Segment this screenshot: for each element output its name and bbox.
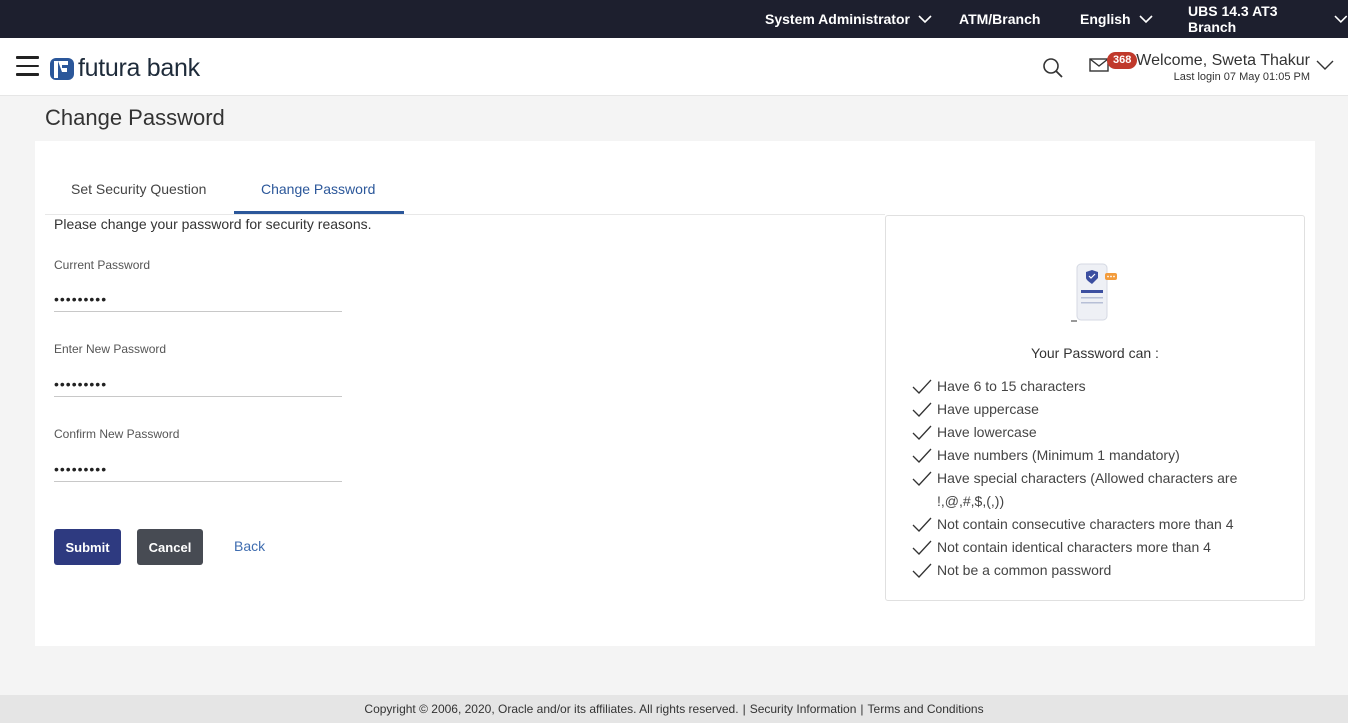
password-rules-panel: Your Password can : Have 6 to 15 charact… (885, 215, 1305, 601)
rule-text: Have uppercase (937, 401, 1039, 417)
submit-button[interactable]: Submit (54, 529, 121, 565)
password-phone-illustration-icon (1071, 263, 1117, 322)
language-dropdown[interactable]: English (1080, 0, 1153, 38)
rule-item: Not contain identical characters more th… (912, 536, 1282, 559)
chevron-down-icon (1334, 15, 1348, 23)
last-login-text: Last login 07 May 01:05 PM (1173, 71, 1310, 83)
entity-link[interactable]: ATM/Branch (959, 0, 1040, 38)
entity-label: ATM/Branch (959, 11, 1041, 27)
rule-item: Have 6 to 15 characters (912, 375, 1282, 398)
check-icon (912, 563, 932, 578)
rule-item: Have lowercase (912, 421, 1282, 444)
chevron-down-icon (1138, 14, 1153, 23)
rule-item: Have special characters (Allowed charact… (912, 467, 1282, 513)
futura-logo-icon (50, 58, 74, 80)
rule-item: Have numbers (Minimum 1 mandatory) (912, 444, 1282, 467)
brand-logo[interactable]: futura bank (50, 54, 200, 82)
footer: Copyright © 2006, 2020, Oracle and/or it… (0, 695, 1348, 723)
change-password-card: Set Security Question Change Password Pl… (35, 141, 1315, 646)
rule-item: Have uppercase (912, 398, 1282, 421)
rule-item: Not contain consecutive characters more … (912, 513, 1282, 536)
brand-name: futura bank (78, 54, 200, 82)
role-label: System Administrator (765, 11, 910, 27)
user-menu[interactable]: Welcome, Sweta Thakur Last login 07 May … (1136, 52, 1310, 84)
check-icon (912, 379, 932, 394)
rule-text: Have lowercase (937, 424, 1037, 440)
check-icon (912, 448, 932, 463)
check-icon (912, 402, 932, 417)
cancel-button[interactable]: Cancel (137, 529, 203, 565)
search-icon[interactable] (1042, 57, 1064, 79)
security-information-link[interactable]: Security Information (750, 702, 857, 716)
welcome-text: Welcome, Sweta Thakur (1136, 52, 1310, 69)
current-password-input[interactable] (54, 286, 342, 312)
rule-item: Not be a common password (912, 559, 1282, 582)
rule-text: Not contain identical characters more th… (937, 539, 1211, 555)
terms-and-conditions-link[interactable]: Terms and Conditions (868, 702, 984, 716)
tab-change-password[interactable]: Change Password (261, 181, 375, 197)
page-title: Change Password (45, 105, 225, 130)
chevron-down-icon[interactable] (1316, 60, 1334, 71)
system-label: UBS 14.3 AT3 Branch (1188, 3, 1278, 35)
confirm-password-input[interactable] (54, 456, 342, 482)
rule-text: Have 6 to 15 characters (937, 378, 1086, 394)
confirm-password-label: Confirm New Password (54, 427, 180, 441)
check-icon (912, 425, 932, 440)
rule-text: Have special characters (Allowed charact… (937, 470, 1238, 509)
rule-text: Not be a common password (937, 562, 1112, 578)
footer-separator: | (742, 702, 746, 716)
active-tab-indicator (234, 211, 404, 214)
role-dropdown[interactable]: System Administrator (765, 0, 932, 38)
menu-icon[interactable] (16, 56, 39, 76)
check-icon (912, 540, 932, 555)
copyright-text: Copyright © 2006, 2020, Oracle and/or it… (364, 702, 739, 716)
language-label: English (1080, 11, 1131, 27)
new-password-input[interactable] (54, 371, 342, 397)
system-dropdown[interactable]: UBS 14.3 AT3 Branch (1188, 0, 1348, 38)
rule-text: Have numbers (Minimum 1 mandatory) (937, 447, 1180, 463)
rule-text: Not contain consecutive characters more … (937, 516, 1234, 532)
mail-icon[interactable] (1089, 58, 1109, 72)
check-icon (912, 471, 932, 486)
header: futura bank 368 Welcome, Sweta Thakur La… (0, 38, 1348, 96)
new-password-label: Enter New Password (54, 342, 167, 356)
current-password-label: Current Password (54, 258, 151, 272)
intro-text: Please change your password for security… (54, 216, 372, 232)
tab-set-security-question[interactable]: Set Security Question (71, 181, 206, 197)
back-link[interactable]: Back (234, 538, 265, 554)
chevron-down-icon (918, 14, 932, 23)
notification-badge[interactable]: 368 (1107, 52, 1138, 69)
tabs-divider (45, 214, 885, 215)
rules-title: Your Password can : (1031, 345, 1159, 361)
footer-separator: | (860, 702, 864, 716)
check-icon (912, 517, 932, 532)
top-bar: System Administrator ATM/Branch English … (0, 0, 1348, 38)
